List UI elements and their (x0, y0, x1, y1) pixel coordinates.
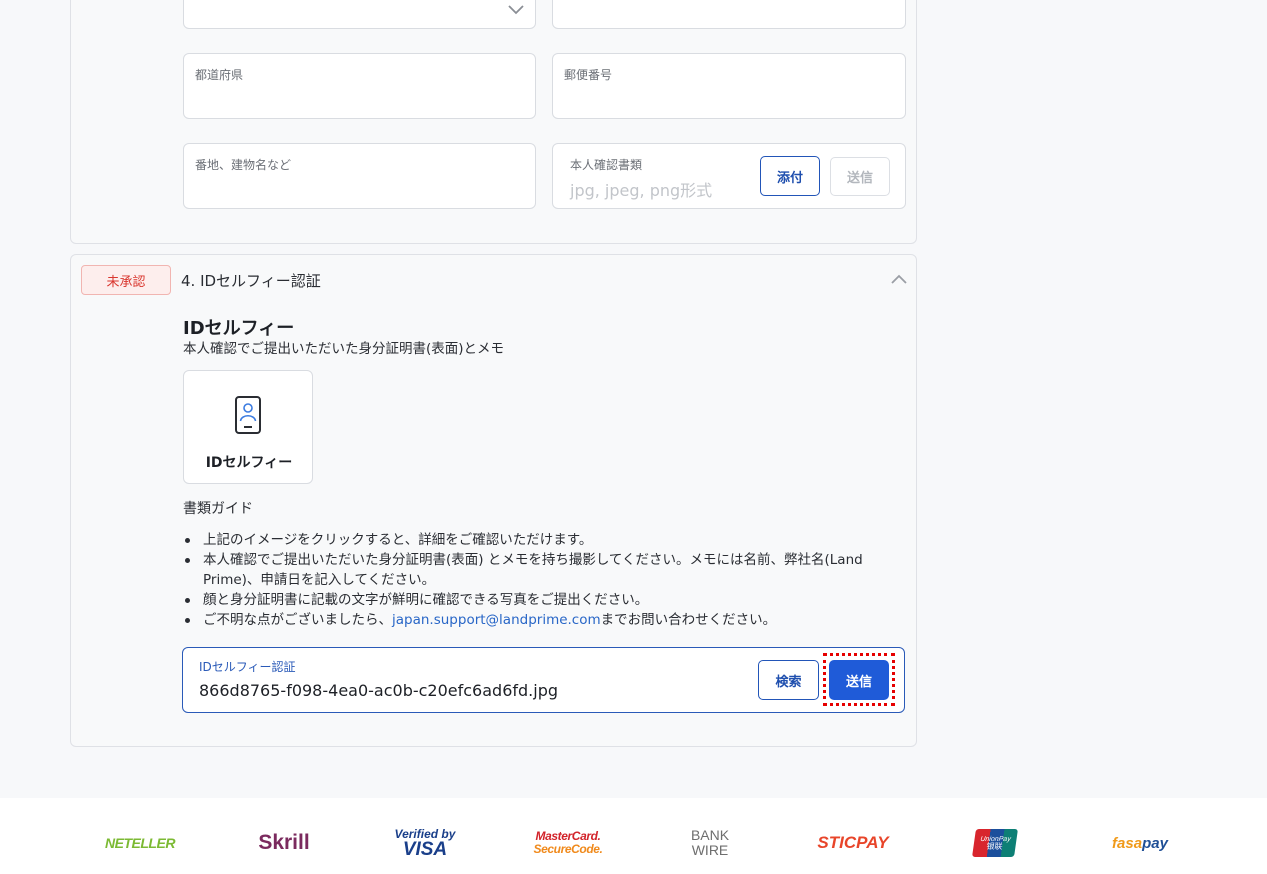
selfie-thumbnail[interactable]: IDセルフィー (183, 370, 313, 484)
selfie-send-button[interactable]: 送信 (829, 660, 889, 700)
mastercard-securecode-logo: MasterCard. SecureCode. (533, 829, 603, 856)
bank-wire-logo: BANK WIRE (690, 827, 730, 858)
payment-logos-footer: NETELLER Skrill Verified by VISA MasterC… (0, 798, 1267, 874)
id-document-send-button[interactable]: 送信 (830, 157, 890, 196)
selfie-thumbnail-label: IDセルフィー (205, 455, 293, 471)
city-field[interactable] (552, 0, 906, 29)
support-email-link[interactable]: japan.support@landprime.com (392, 612, 601, 628)
guide-item: 本人確認でご提出いただいた身分証明書(表面) とメモを持ち撮影してください。メモ… (183, 550, 888, 590)
guide-list: 上記のイメージをクリックすると、詳細をご確認いただけます。 本人確認でご提出いた… (183, 530, 888, 630)
skrill-logo: Skrill (258, 831, 310, 854)
neteller-logo: NETELLER (105, 835, 175, 851)
id-document-placeholder: jpg, jpeg, png形式 (570, 181, 713, 200)
id-selfie-icon (235, 396, 261, 434)
unionpay-logo: UnionPay 银联 (972, 818, 1018, 868)
guide-item: ご不明な点がございましたら、japan.support@landprime.co… (183, 610, 888, 630)
selfie-file-label: IDセルフィー認証 (199, 660, 296, 674)
guide-title: 書類ガイド (183, 501, 253, 517)
guide-item: 上記のイメージをクリックすると、詳細をご確認いただけます。 (183, 530, 888, 550)
selfie-file-field[interactable]: IDセルフィー認証 866d8765-f098-4ea0-ac0b-c20efc… (182, 647, 905, 713)
selfie-subheading: 本人確認でご提出いただいた身分証明書(表面)とメモ (183, 341, 505, 357)
guide-item: 顔と身分証明書に記載の文字が鮮明に確認できる写真をご提出ください。 (183, 590, 888, 610)
chevron-up-icon[interactable] (890, 273, 908, 285)
browse-button[interactable]: 検索 (758, 660, 819, 700)
chevron-down-icon (508, 5, 524, 15)
status-badge: 未承認 (81, 265, 171, 295)
section-title: 4. IDセルフィー認証 (181, 272, 321, 290)
fasapay-logo: fasa pay (1112, 834, 1168, 852)
postal-code-field[interactable]: 郵便番号 (552, 53, 906, 119)
country-select[interactable] (183, 0, 536, 29)
street-label: 番地、建物名など (195, 158, 292, 172)
street-field[interactable]: 番地、建物名など (183, 143, 536, 209)
prefecture-field[interactable]: 都道府県 (183, 53, 536, 119)
prefecture-label: 都道府県 (195, 68, 244, 82)
verified-by-visa-logo: Verified by VISA (394, 826, 456, 860)
sticpay-logo: STICPAY (817, 833, 889, 852)
attach-button[interactable]: 添付 (760, 156, 820, 196)
selfie-file-name: 866d8765-f098-4ea0-ac0b-c20efc6ad6fd.jpg (199, 681, 559, 700)
postal-code-label: 郵便番号 (564, 68, 613, 82)
id-document-label: 本人確認書類 (570, 158, 643, 172)
id-document-field[interactable]: 本人確認書類 jpg, jpeg, png形式 添付 送信 (552, 143, 906, 209)
